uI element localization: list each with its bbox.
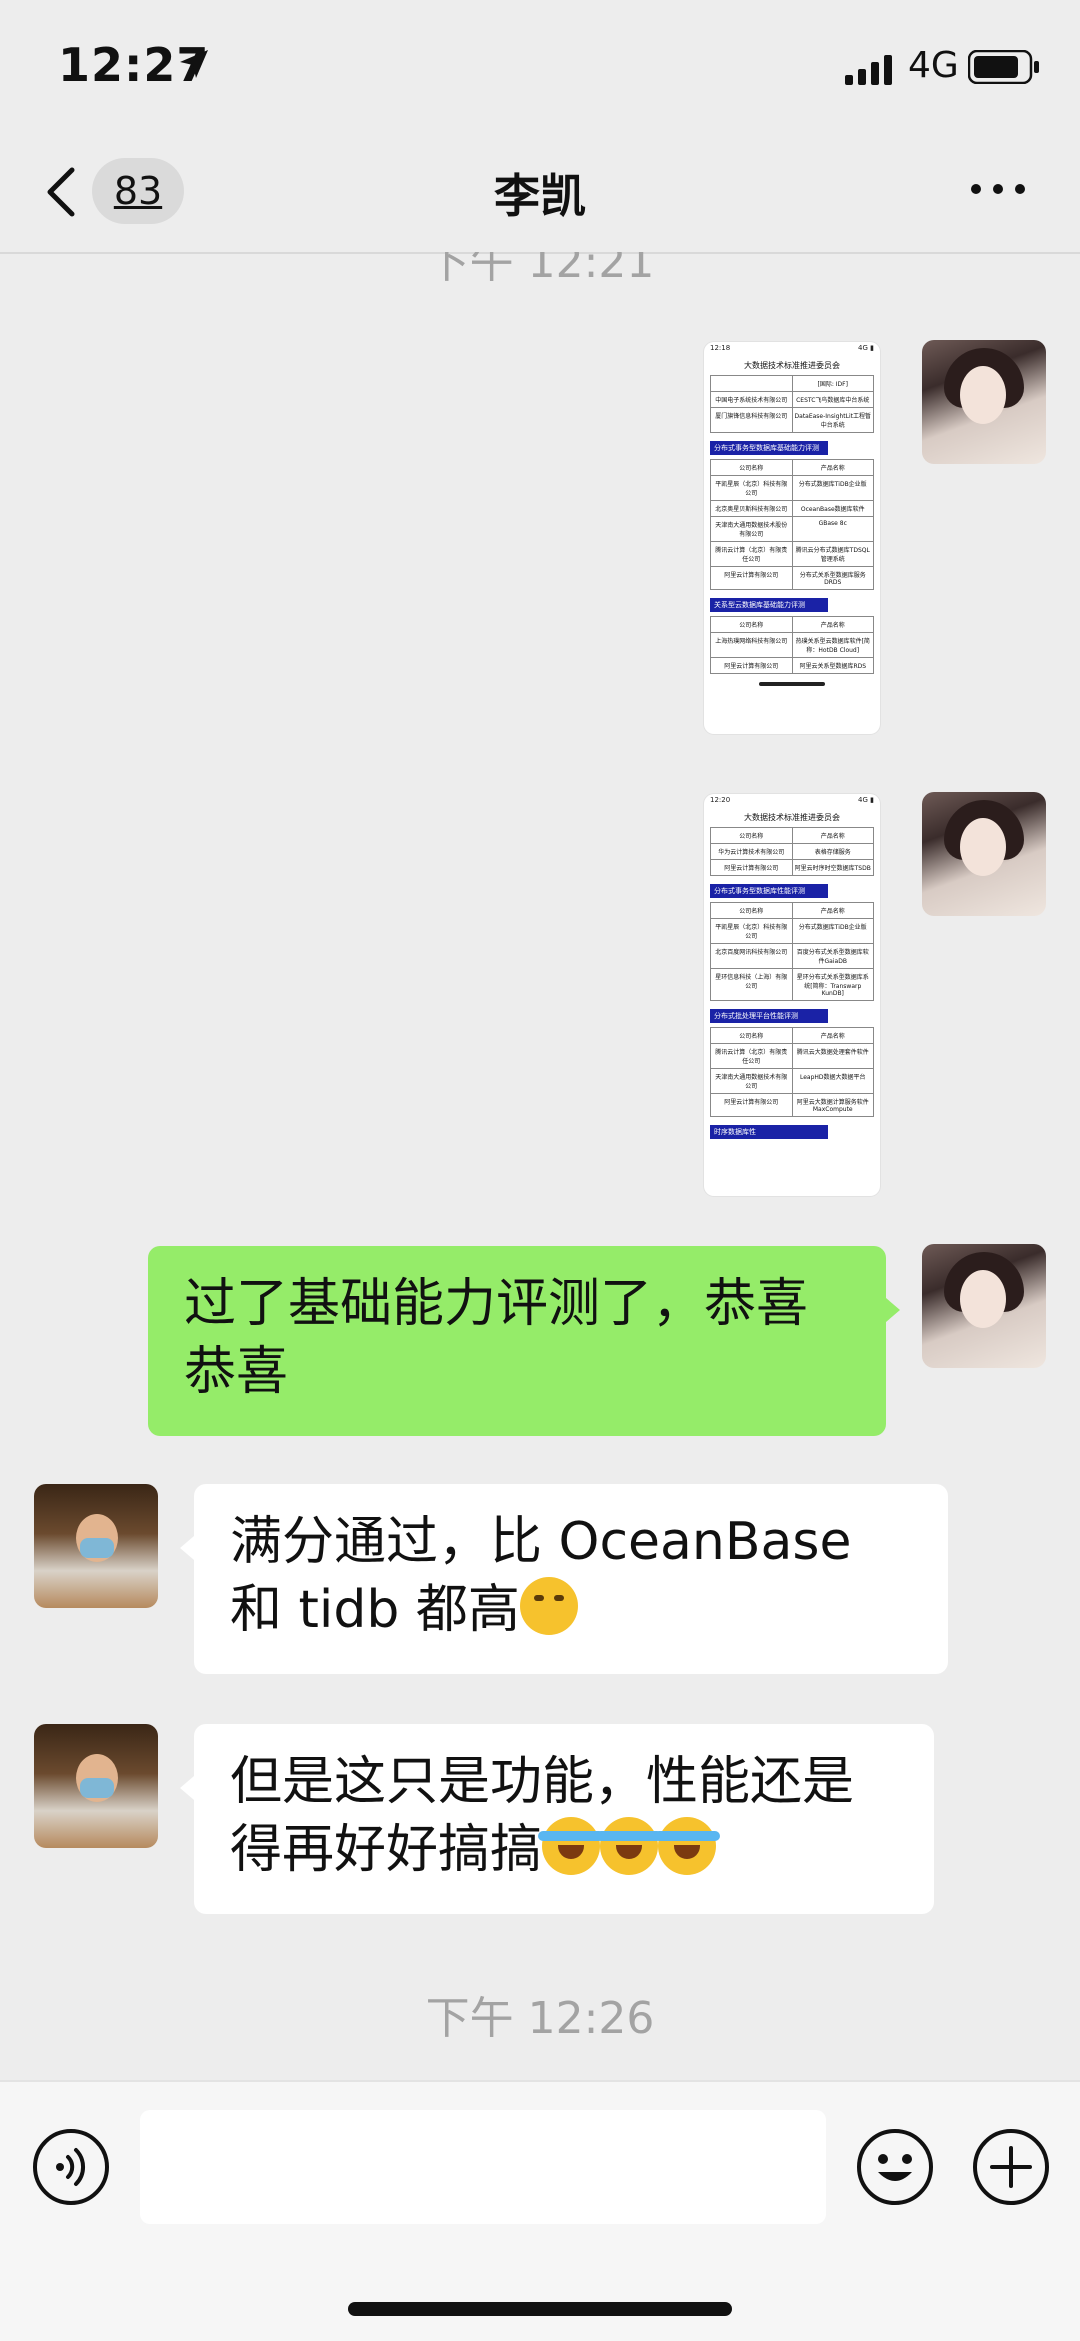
message-text: 过了基础能力评测了，恭喜恭喜 (184, 1274, 809, 1402)
network-type: 4G (908, 45, 959, 86)
table-row: 腾讯云计算（北京）有限责任公司 腾讯云分布式数据库TDSQL管理系统 (710, 542, 874, 567)
table-row: 阿里云计算有限公司 阿里云关系型数据库RDS (710, 658, 874, 674)
bubble-tail (180, 1536, 194, 1560)
message-input[interactable] (140, 2110, 826, 2224)
contact-avatar[interactable] (34, 1724, 158, 1848)
image-header: 大数据技术标准推进委员会 (744, 813, 840, 822)
timestamp: 下午 12:21 (425, 252, 655, 288)
chat-header: 83 李凯 (0, 130, 1080, 254)
table-row: 腾讯云计算（北京）有限责任公司 腾讯云大数据处理套件软件 (710, 1044, 874, 1069)
smirk-emoji-icon (519, 1577, 578, 1635)
loudly-crying-emoji-icon (596, 1817, 663, 1875)
table-row: 阿里云计算有限公司 分布式关系型数据库服务DRDS (710, 567, 874, 590)
table-row: 平凯星辰（北京）科技有限公司 分布式数据库TiDB企业版 (710, 919, 874, 944)
table-row: 平凯星辰（北京）科技有限公司 分布式数据库TiDB企业版 (710, 476, 874, 501)
section-title: 时序数据库性 (710, 1125, 828, 1139)
image-table: 公司名称 产品名称 平凯星辰（北京）科技有限公司 分布式数据库TiDB企业版 北京奥… (704, 459, 880, 590)
image-header: 大数据技术标准推进委员会 (744, 361, 840, 370)
location-arrow-icon (180, 50, 208, 78)
table-row: 北京奥星贝斯科技有限公司 OceanBase数据库软件 (710, 501, 874, 517)
section-title: 关系型云数据库基础能力评测 (710, 598, 828, 612)
image-status-bar: 12:20 4G ▮ (710, 796, 874, 804)
image-table: 公司名称 产品名称 华为云计算技术有限公司 表格存储服务 阿里云计算有限公司 阿里云时… (704, 827, 880, 876)
table-row: [国际: IDF] (710, 375, 874, 392)
image-message-1[interactable]: 12:18 4G ▮ 大数据技术标准推进委员会 [国际: IDF] 中国电子系统技… (704, 342, 880, 734)
my-message-bubble[interactable]: 过了基础能力评测了，恭喜恭喜 (148, 1246, 886, 1436)
contact-message-bubble[interactable]: 满分通过，比 OceanBase 和 tidb 都高 (194, 1484, 948, 1674)
emoji-icon[interactable] (856, 2128, 934, 2206)
home-indicator (348, 2302, 732, 2316)
table-row: 星环信息科技（上海）有限公司 星环分布式关系型数据库系统[简称：Transwarp… (710, 969, 874, 1001)
voice-input-icon[interactable] (32, 2128, 110, 2206)
image-table: [国际: IDF] 中国电子系统技术有限公司 CESTC飞鸟数据库中台系统 厦门旗… (704, 375, 880, 433)
table-header-row: 公司名称 产品名称 (710, 902, 874, 919)
timestamp: 下午 12:26 (425, 1993, 655, 2044)
table-row: 阿里云计算有限公司 阿里云时序时空数据库TSDB (710, 860, 874, 876)
table-row: 厦门旗锋信息科技有限公司 DataEase-InsightLit工程暂中台系统 (710, 408, 874, 433)
image-status-bar: 12:18 4G ▮ (710, 344, 874, 352)
table-row: 阿里云计算有限公司 阿里云大数据计算服务软件MaxCompute (710, 1094, 874, 1117)
image-message-2[interactable]: 12:20 4G ▮ 大数据技术标准推进委员会 公司名称 产品名称 华为云计算技术有… (704, 794, 880, 1196)
cellular-signal-icon (845, 55, 892, 85)
image-table: 公司名称 产品名称 上海热璞网络科技有限公司 热璞关系型云数据库软件[简称：HotD… (704, 616, 880, 674)
image-home-indicator (759, 682, 825, 686)
section-title: 分布式事务型数据库基础能力评测 (710, 441, 828, 455)
contact-avatar[interactable] (34, 1484, 158, 1608)
message-text: 但是这只是功能，性能还是得再好好搞搞 (230, 1752, 855, 1880)
table-row: 天津南大通用数据技术股份有限公司 GBase 8c (710, 517, 874, 542)
my-avatar[interactable] (922, 1244, 1046, 1368)
bubble-tail (886, 1298, 900, 1322)
table-header-row: 公司名称 产品名称 (710, 1027, 874, 1044)
table-row: 华为云计算技术有限公司 表格存储服务 (710, 844, 874, 860)
image-table: 公司名称 产品名称 腾讯云计算（北京）有限责任公司 腾讯云大数据处理套件软件 天津南… (704, 1027, 880, 1117)
table-row: 北京百度网讯科技有限公司 百度分布式关系型数据库软件GaiaDB (710, 944, 874, 969)
add-icon[interactable] (972, 2128, 1050, 2206)
chat-title: 李凯 (494, 169, 586, 223)
contact-message-bubble[interactable]: 但是这只是功能，性能还是得再好好搞搞 (194, 1724, 934, 1914)
table-row: 公司名称 产品名称 (710, 827, 874, 844)
section-title: 分布式事务型数据库性能评测 (710, 884, 828, 898)
status-bar: 12:27 4G (0, 0, 1080, 130)
my-avatar[interactable] (922, 792, 1046, 916)
loudly-crying-emoji-icon (654, 1817, 721, 1875)
table-row: 上海热璞网络科技有限公司 热璞关系型云数据库软件[简称：HotDB Cloud] (710, 633, 874, 658)
table-row: 天津南大通用数据技术有限公司 LeapHD数据大数据平台 (710, 1069, 874, 1094)
loudly-crying-emoji-icon (538, 1817, 605, 1875)
chat-messages[interactable]: 下午 12:21 12:18 4G ▮ 大数据技术标准推进委员会 [国际: IDF… (0, 252, 1080, 2080)
battery-icon (968, 50, 1039, 84)
more-options-icon[interactable] (970, 182, 1026, 196)
table-header-row: 公司名称 产品名称 (710, 616, 874, 633)
section-title: 分布式批处理平台性能评测 (710, 1009, 828, 1023)
bubble-tail (180, 1776, 194, 1800)
image-table: 公司名称 产品名称 平凯星辰（北京）科技有限公司 分布式数据库TiDB企业版 北京百… (704, 902, 880, 1001)
table-header-row: 公司名称 产品名称 (710, 459, 874, 476)
my-avatar[interactable] (922, 340, 1046, 464)
table-row: 中国电子系统技术有限公司 CESTC飞鸟数据库中台系统 (710, 392, 874, 408)
